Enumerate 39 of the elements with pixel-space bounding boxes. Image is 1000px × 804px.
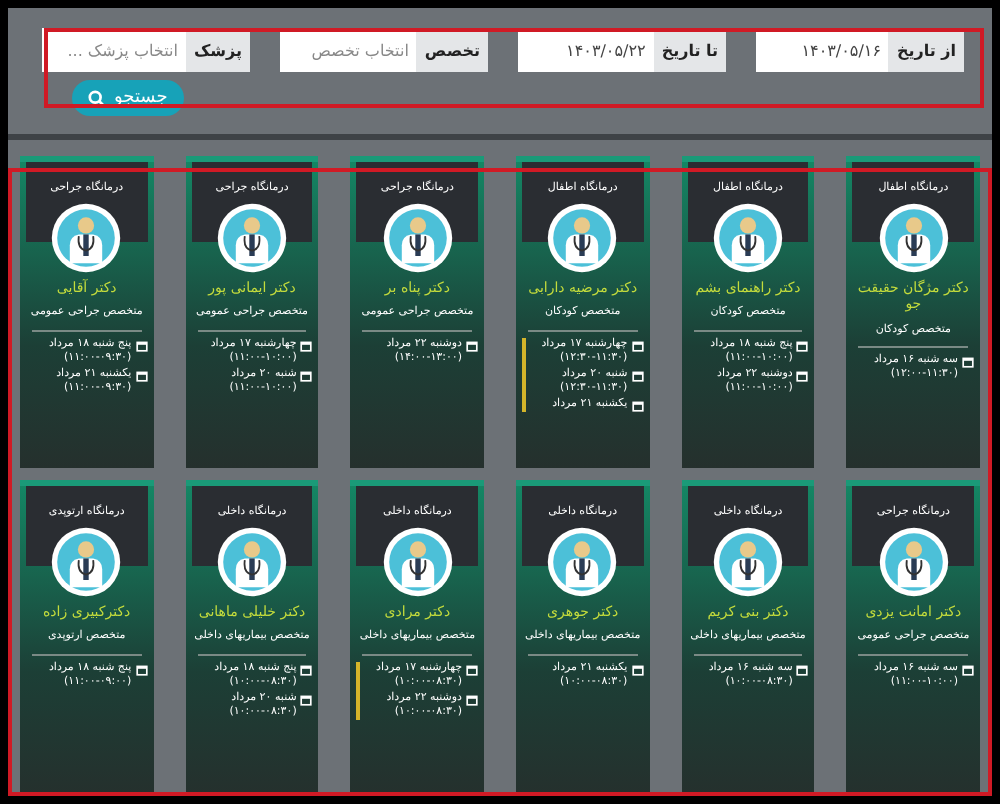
calendar-icon: [466, 339, 479, 352]
doctor-avatar-icon: [546, 526, 619, 598]
calendar-icon: [796, 663, 809, 676]
doctor-avatar-icon: [216, 202, 289, 274]
filter-label: از تاریخ: [888, 28, 964, 72]
calendar-icon: [796, 339, 809, 352]
calendar-icon: [631, 663, 644, 676]
scrollbar[interactable]: [356, 661, 361, 721]
date-field[interactable]: ۱۴۰۳/۰۵/۲۲: [518, 28, 654, 72]
calendar-icon: [631, 369, 644, 382]
calendar-icon: [962, 356, 974, 369]
calendar-icon: [300, 663, 313, 676]
calendar-icon: [135, 369, 148, 382]
doctor-avatar-icon: [712, 526, 785, 598]
calendar-icon: [631, 339, 644, 352]
doctor-avatar-icon: [877, 202, 950, 274]
calendar-icon: [300, 339, 313, 352]
select-field[interactable]: انتخاب تخصص: [280, 28, 417, 72]
doctor-avatar-icon: [877, 526, 950, 598]
calendar-icon: [466, 663, 479, 676]
date-field[interactable]: ۱۴۰۳/۰۵/۱۶: [756, 28, 889, 72]
scrollbar[interactable]: [522, 337, 527, 413]
doctor-avatar-icon: [50, 526, 123, 598]
search-icon: [88, 89, 106, 107]
calendar-icon: [631, 400, 644, 413]
calendar-icon: [300, 693, 313, 706]
calendar-icon: [135, 339, 148, 352]
calendar-icon: [300, 369, 313, 382]
doctor-avatar-icon: [546, 202, 619, 274]
filter-label: تخصص: [416, 28, 488, 72]
calendar-icon: [135, 663, 148, 676]
doctor-avatar-icon: [50, 202, 123, 274]
doctor-avatar-icon: [712, 202, 785, 274]
calendar-icon: [466, 693, 479, 706]
doctor-avatar-icon: [381, 202, 454, 274]
calendar-icon: [796, 369, 809, 382]
calendar-icon: [962, 663, 974, 676]
doctor-avatar-icon: [216, 526, 289, 598]
doctor-avatar-icon: [381, 526, 454, 598]
